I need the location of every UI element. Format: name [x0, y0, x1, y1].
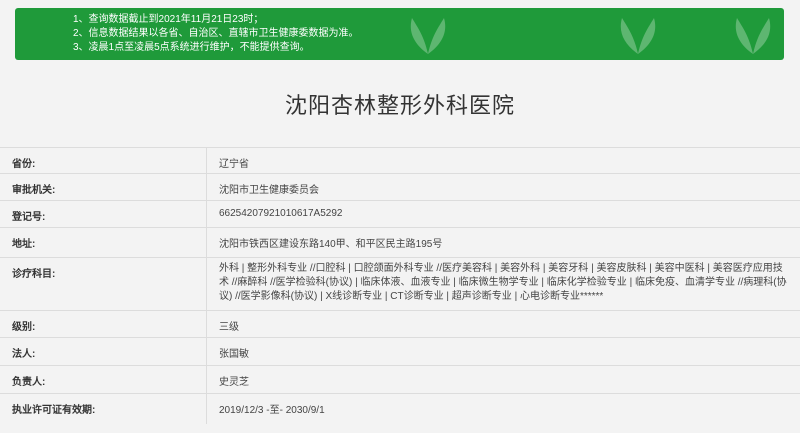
notice-banner: 1、查询数据截止到2021年11月21日23时； 2、信息数据结果以各省、自治区…: [15, 8, 784, 60]
field-value: 66254207921010617A5292: [206, 200, 800, 228]
hospital-info-table: 省份: 辽宁省 审批机关: 沈阳市卫生健康委员会 登记号: 6625420792…: [0, 147, 800, 424]
table-row: 负责人: 史灵芝: [0, 365, 800, 394]
field-label: 省份:: [0, 147, 207, 174]
table-row: 地址: 沈阳市铁西区建设东路140甲、和平区民主路195号: [0, 227, 800, 258]
table-row: 诊疗科目: 外科 | 整形外科专业 //口腔科 | 口腔颌面外科专业 //医疗美…: [0, 257, 800, 311]
field-label: 负责人:: [0, 365, 207, 394]
field-label: 执业许可证有效期:: [0, 393, 207, 424]
field-label: 审批机关:: [0, 173, 207, 201]
field-value: 沈阳市卫生健康委员会: [206, 173, 800, 201]
field-label: 地址:: [0, 227, 207, 258]
table-row: 登记号: 66254207921010617A5292: [0, 200, 800, 228]
table-row: 执业许可证有效期: 2019/12/3 -至- 2030/9/1: [0, 393, 800, 424]
table-row: 省份: 辽宁省: [0, 147, 800, 174]
page-title: 沈阳杏林整形外科医院: [284, 93, 515, 118]
field-value: 沈阳市铁西区建设东路140甲、和平区民主路195号: [206, 227, 800, 258]
field-label: 法人:: [0, 337, 207, 366]
field-label: 登记号:: [0, 200, 207, 228]
field-value: 外科 | 整形外科专业 //口腔科 | 口腔颌面外科专业 //医疗美容科 | 美…: [206, 257, 800, 311]
field-value: 史灵芝: [206, 365, 800, 394]
table-row: 审批机关: 沈阳市卫生健康委员会: [0, 173, 800, 201]
field-value: 2019/12/3 -至- 2030/9/1: [206, 393, 800, 424]
field-value: 辽宁省: [206, 147, 800, 174]
field-label: 级别:: [0, 310, 207, 338]
field-value: 张国敏: [206, 337, 800, 366]
notice-item: 3、凌晨1点至凌晨5点系统进行维护，不能提供查询。: [73, 42, 310, 53]
notice-item: 1、查询数据截止到2021年11月21日23时；: [73, 14, 264, 25]
table-row: 法人: 张国敏: [0, 337, 800, 366]
field-label: 诊疗科目:: [0, 257, 207, 311]
notice-item: 2、信息数据结果以各省、自治区、直辖市卫生健康委数据为准。: [73, 28, 359, 39]
field-value: 三级: [206, 310, 800, 338]
table-row: 级别: 三级: [0, 310, 800, 338]
